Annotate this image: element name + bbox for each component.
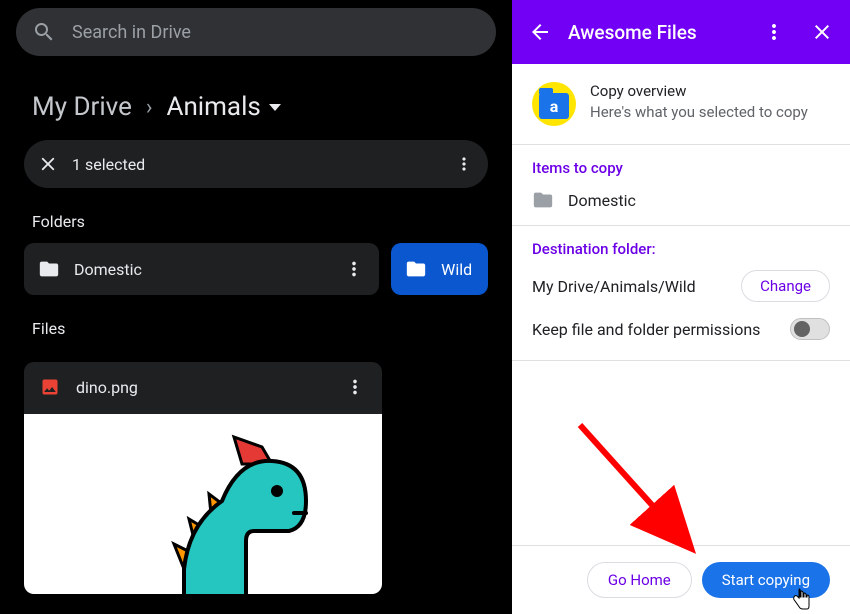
overview-section: a Copy overview Here's what you selected…: [512, 64, 850, 145]
folder-icon: [38, 258, 60, 280]
selection-bar: 1 selected: [24, 140, 488, 188]
overview-title: Copy overview: [590, 82, 830, 100]
breadcrumb-root[interactable]: My Drive: [32, 92, 132, 122]
clear-selection-button[interactable]: [36, 152, 60, 176]
item-row: Domestic: [532, 189, 830, 211]
more-vert-icon: [454, 154, 474, 174]
permissions-row: Keep file and folder permissions: [532, 318, 830, 340]
folder-name: Wild: [441, 260, 474, 279]
overview-text: Copy overview Here's what you selected t…: [590, 82, 830, 126]
folder-more-button[interactable]: [343, 258, 365, 280]
panel-header: Awesome Files: [512, 0, 850, 64]
file-more-button[interactable]: [344, 376, 366, 398]
folder-icon: [405, 258, 427, 280]
toggle-knob: [794, 321, 810, 337]
dino-illustration: [154, 429, 334, 594]
items-title: Items to copy: [532, 159, 830, 177]
breadcrumb-current[interactable]: Animals: [166, 92, 280, 122]
search-placeholder: Search in Drive: [72, 22, 191, 43]
image-icon: [40, 377, 60, 397]
breadcrumb: My Drive › Animals: [0, 64, 512, 140]
change-button[interactable]: Change: [741, 270, 830, 302]
folders-section-label: Folders: [0, 188, 512, 243]
folder-icon: [532, 189, 554, 211]
selection-count: 1 selected: [72, 155, 440, 174]
folder-chip-domestic[interactable]: Domestic: [24, 243, 379, 295]
file-card[interactable]: dino.png: [24, 362, 382, 594]
search-bar[interactable]: Search in Drive: [16, 8, 496, 56]
folder-row: Domestic Wild: [0, 243, 512, 295]
file-preview: [24, 414, 382, 594]
folder-name: Domestic: [74, 260, 329, 279]
destination-title: Destination folder:: [532, 240, 830, 258]
permissions-toggle[interactable]: [790, 318, 830, 340]
breadcrumb-current-label: Animals: [166, 92, 260, 122]
dropdown-caret-icon: [269, 104, 281, 111]
back-button[interactable]: [528, 20, 552, 44]
chevron-right-icon: ›: [146, 95, 153, 120]
selection-more-button[interactable]: [452, 152, 476, 176]
side-panel: Awesome Files a Copy overview Here's wha…: [512, 0, 850, 614]
panel-title: Awesome Files: [568, 21, 746, 44]
item-name: Domestic: [568, 191, 636, 210]
start-copying-button[interactable]: Start copying: [702, 562, 830, 598]
items-section: Items to copy Domestic: [512, 145, 850, 226]
go-home-button[interactable]: Go Home: [587, 562, 692, 598]
panel-footer: Go Home Start copying: [512, 545, 850, 614]
drive-panel: Search in Drive My Drive › Animals 1 sel…: [0, 0, 512, 614]
panel-more-button[interactable]: [762, 20, 786, 44]
permissions-label: Keep file and folder permissions: [532, 320, 760, 339]
file-header: dino.png: [24, 362, 382, 412]
app-logo: a: [532, 82, 576, 126]
overview-subtitle: Here's what you selected to copy: [590, 102, 830, 122]
files-section-label: Files: [0, 295, 512, 350]
panel-close-button[interactable]: [810, 20, 834, 44]
close-icon: [37, 153, 59, 175]
destination-path: My Drive/Animals/Wild: [532, 277, 696, 296]
destination-section: Destination folder: My Drive/Animals/Wil…: [512, 226, 850, 361]
search-icon: [32, 20, 56, 44]
folder-chip-wild[interactable]: Wild: [391, 243, 488, 295]
file-name: dino.png: [76, 378, 328, 397]
destination-row: My Drive/Animals/Wild Change: [532, 270, 830, 302]
